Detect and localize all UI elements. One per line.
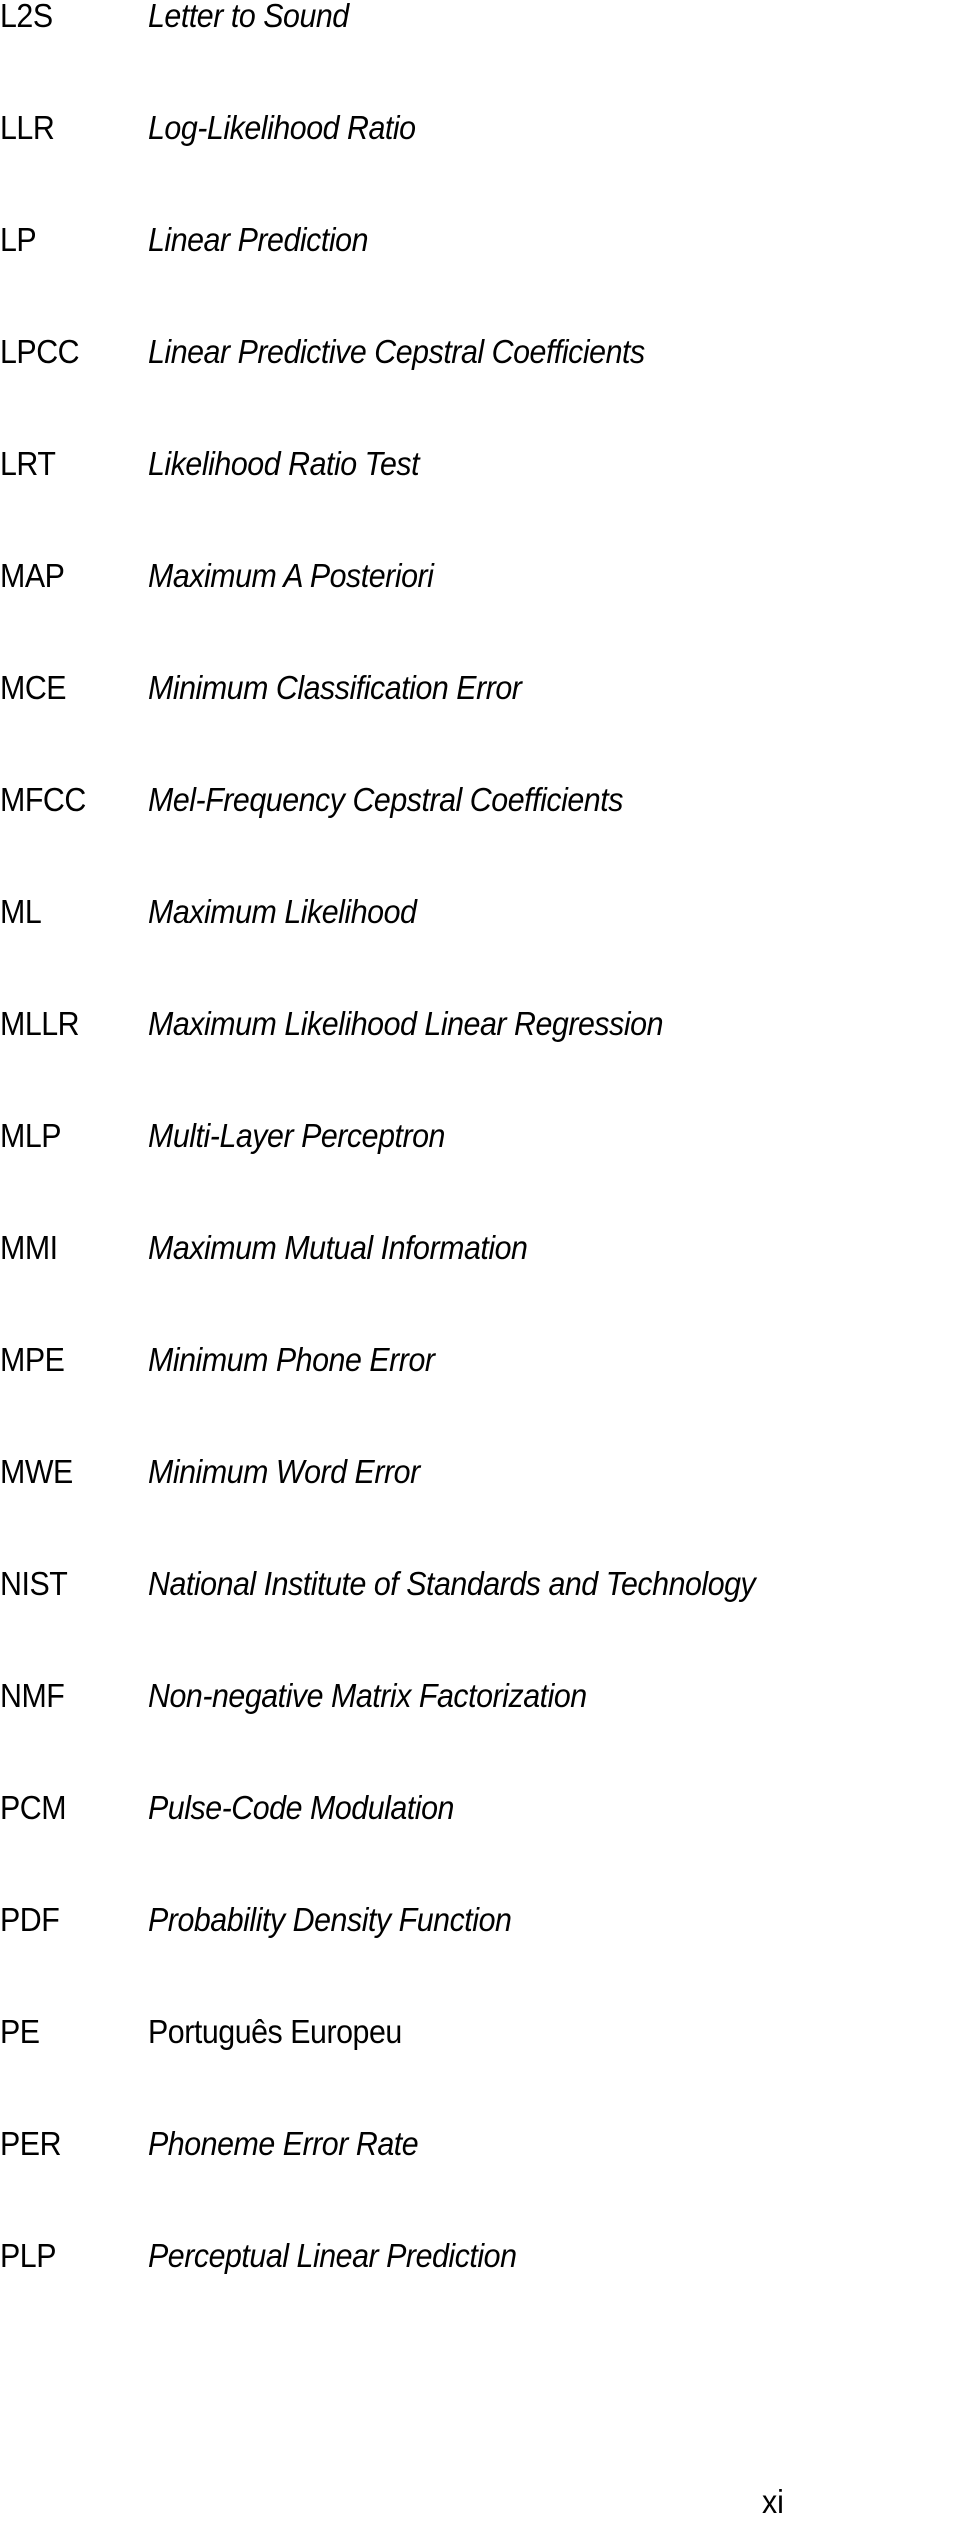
page-number: xi: [762, 2483, 784, 2520]
abbreviation-definition: Log-Likelihood Ratio: [148, 109, 416, 146]
abbreviation-entry: NMF Non-negative Matrix Factorization: [0, 1674, 960, 1718]
abbreviation: MAP: [0, 557, 65, 594]
abbreviation: L2S: [0, 0, 53, 34]
abbreviation-entry: MLP Multi-Layer Perceptron: [0, 1114, 960, 1158]
abbreviation-definition: Minimum Word Error: [148, 1453, 420, 1490]
abbreviation-entry: L2S Letter to Sound: [0, 0, 960, 38]
abbreviation-definition: Linear Predictive Cepstral Coefficients: [148, 333, 645, 370]
abbreviation-definition: Non-negative Matrix Factorization: [148, 1677, 587, 1714]
abbreviation-definition: Minimum Classification Error: [148, 669, 522, 706]
abbreviation: PER: [0, 2125, 62, 2162]
abbreviation: LLR: [0, 109, 55, 146]
abbreviation-entry: PLP Perceptual Linear Prediction: [0, 2234, 960, 2278]
abbreviation-entry: MAP Maximum A Posteriori: [0, 554, 960, 598]
abbreviation: PLP: [0, 2237, 57, 2274]
abbreviation-entry: MFCC Mel-Frequency Cepstral Coefficients: [0, 778, 960, 822]
abbreviation-entry: PCM Pulse-Code Modulation: [0, 1786, 960, 1830]
abbreviation-entry: LP Linear Prediction: [0, 218, 960, 262]
abbreviation: NIST: [0, 1565, 68, 1602]
abbreviation: PE: [0, 2013, 40, 2050]
abbreviation: LP: [0, 221, 37, 258]
abbreviation-entry: LPCC Linear Predictive Cepstral Coefficie…: [0, 330, 960, 374]
abbreviation: LRT: [0, 445, 56, 482]
abbreviation-definition: Linear Prediction: [148, 221, 369, 258]
abbreviation: MFCC: [0, 781, 86, 818]
abbreviation-definition: Pulse-Code Modulation: [148, 1789, 454, 1826]
abbreviation-definition: Probability Density Function: [148, 1901, 512, 1938]
abbreviation-definition: Letter to Sound: [148, 0, 349, 34]
abbreviation: PCM: [0, 1789, 67, 1826]
abbreviation-definition: Maximum A Posteriori: [148, 557, 434, 594]
abbreviation-entry: PE Português Europeu: [0, 2010, 960, 2054]
abbreviation-definition: Maximum Likelihood: [148, 893, 417, 930]
abbreviation-entry: MWE Minimum Word Error: [0, 1450, 960, 1494]
abbreviation: ML: [0, 893, 42, 930]
abbreviation-definition: Maximum Mutual Information: [148, 1229, 528, 1266]
abbreviation: NMF: [0, 1677, 65, 1714]
abbreviation-entry: LRT Likelihood Ratio Test: [0, 442, 960, 486]
abbreviation: MLP: [0, 1117, 62, 1154]
abbreviation-entry: ML Maximum Likelihood: [0, 890, 960, 934]
abbreviation-definition: Multi-Layer Perceptron: [148, 1117, 445, 1154]
abbreviation-entry: PER Phoneme Error Rate: [0, 2122, 960, 2166]
abbreviation: MLLR: [0, 1005, 80, 1042]
abbreviation-entry: PDF Probability Density Function: [0, 1898, 960, 1942]
abbreviation-definition: Minimum Phone Error: [148, 1341, 435, 1378]
abbreviation-definition: Likelihood Ratio Test: [148, 445, 420, 482]
abbreviation-definition: Perceptual Linear Prediction: [148, 2237, 517, 2274]
abbreviation: LPCC: [0, 333, 80, 370]
abbreviation-entry: LLR Log-Likelihood Ratio: [0, 106, 960, 150]
abbreviation-definition: National Institute of Standards and Tech…: [148, 1565, 756, 1602]
abbreviation-definition: Português Europeu: [148, 2013, 402, 2050]
abbreviation-entry: MCE Minimum Classification Error: [0, 666, 960, 710]
abbreviation: MPE: [0, 1341, 65, 1378]
abbreviation-entry: MPE Minimum Phone Error: [0, 1338, 960, 1382]
abbreviation-entry: MLLR Maximum Likelihood Linear Regression: [0, 1002, 960, 1046]
abbreviation: PDF: [0, 1901, 60, 1938]
abbreviation-entry: MMI Maximum Mutual Information: [0, 1226, 960, 1270]
abbreviation-definition: Maximum Likelihood Linear Regression: [148, 1005, 663, 1042]
abbreviation-definition: Mel-Frequency Cepstral Coefficients: [148, 781, 623, 818]
abbreviation: MMI: [0, 1229, 58, 1266]
abbreviation-entry: NIST National Institute of Standards and …: [0, 1562, 960, 1606]
abbreviation: MWE: [0, 1453, 73, 1490]
abbreviation-definition: Phoneme Error Rate: [148, 2125, 419, 2162]
abbreviation: MCE: [0, 669, 67, 706]
